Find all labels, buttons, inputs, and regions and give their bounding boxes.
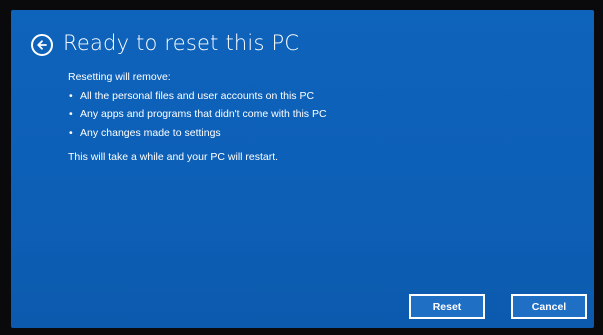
cancel-button[interactable]: Cancel: [511, 294, 587, 319]
bullet-icon: •: [69, 126, 73, 139]
dialog-body: Resetting will remove: • All the persona…: [68, 72, 327, 163]
list-item-label: Any changes made to settings: [80, 126, 221, 139]
reset-dialog: Ready to reset this PC Resetting will re…: [11, 10, 594, 328]
bullet-icon: •: [69, 89, 73, 102]
reset-button[interactable]: Reset: [409, 294, 485, 319]
list-item-label: Any apps and programs that didn't come w…: [80, 108, 327, 120]
restart-note: This will take a while and your PC will …: [68, 151, 279, 163]
bullet-icon: •: [69, 108, 73, 120]
intro-text: Resetting will remove:: [68, 71, 171, 83]
page-title: Ready to reset this PC: [63, 31, 300, 55]
back-button[interactable]: [31, 34, 53, 56]
screen-frame: Ready to reset this PC Resetting will re…: [0, 0, 603, 335]
removal-list: • All the personal files and user accoun…: [68, 89, 327, 139]
list-item: • All the personal files and user accoun…: [68, 89, 327, 102]
back-arrow-icon: [36, 39, 48, 51]
list-item: • Any changes made to settings: [68, 126, 327, 139]
list-item-label: All the personal files and user accounts…: [80, 89, 315, 102]
list-item: • Any apps and programs that didn't come…: [68, 109, 327, 120]
